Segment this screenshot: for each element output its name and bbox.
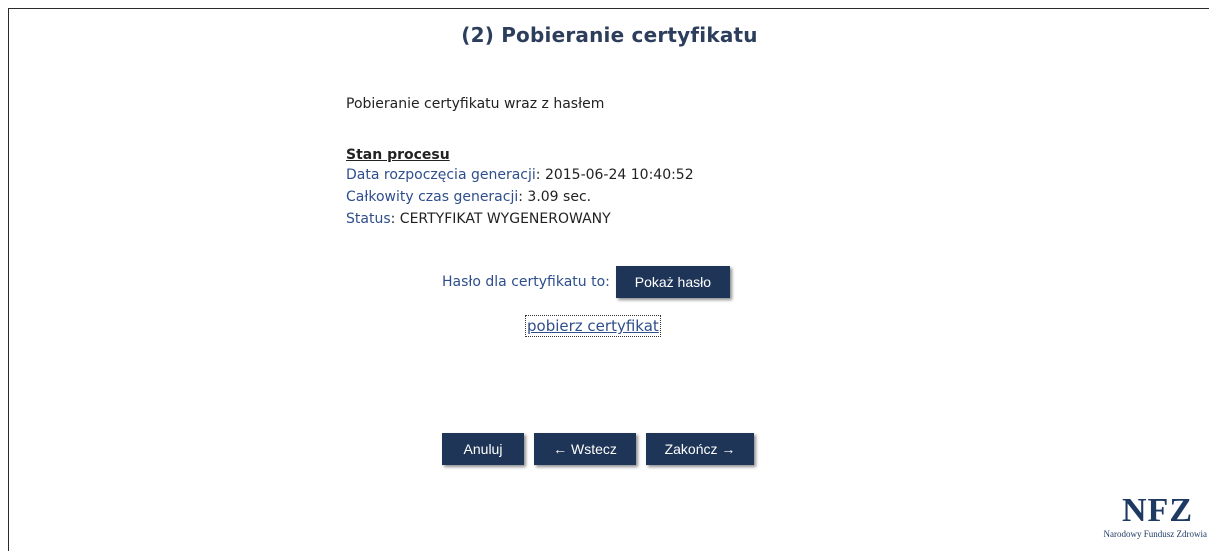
duration-label: Całkowity czas generacji	[346, 189, 519, 205]
status-colon: :	[390, 211, 400, 227]
state-heading: Stan procesu	[346, 147, 450, 163]
start-date-value: 2015-06-24 10:40:52	[544, 167, 694, 183]
start-date-label: Data rozpoczęcia generacji	[346, 167, 536, 183]
nfz-logo-mark: NFZ	[1122, 492, 1193, 529]
finish-button[interactable]: Zakończ →	[646, 433, 754, 465]
back-button[interactable]: ← Wstecz	[534, 433, 636, 465]
status-row: Status: CERTYFIKAT WYGENEROWANY	[346, 208, 694, 230]
wizard-navigation: Anuluj ← Wstecz Zakończ →	[442, 433, 754, 465]
nfz-logo: NFZ Narodowy Fundusz Zdrowia	[1079, 493, 1209, 551]
download-certificate-link[interactable]: pobierz certyfikat	[525, 315, 661, 337]
lead-text: Pobieranie certyfikatu wraz z hasłem	[346, 96, 605, 112]
password-row: Hasło dla certyfikatu to: Pokaż hasło	[442, 266, 730, 298]
status-value: CERTYFIKAT WYGENEROWANY	[399, 211, 611, 227]
status-label: Status	[346, 211, 391, 227]
content-frame: (2) Pobieranie certyfikatu Pobieranie ce…	[8, 8, 1209, 551]
page-title: (2) Pobieranie certyfikatu	[461, 23, 758, 47]
start-date-row: Data rozpoczęcia generacji: 2015-06-24 1…	[346, 164, 694, 186]
duration-value: 3.09 sec.	[527, 189, 592, 205]
password-label: Hasło dla certyfikatu to:	[442, 274, 610, 290]
process-state: Stan procesu Data rozpoczęcia generacji:…	[346, 146, 694, 230]
nfz-logo-subtitle: Narodowy Fundusz Zdrowia	[1103, 529, 1207, 539]
start-date-colon: :	[535, 167, 545, 183]
cancel-button[interactable]: Anuluj	[442, 433, 524, 465]
duration-row: Całkowity czas generacji: 3.09 sec.	[346, 186, 694, 208]
show-password-button[interactable]: Pokaż hasło	[615, 266, 730, 298]
